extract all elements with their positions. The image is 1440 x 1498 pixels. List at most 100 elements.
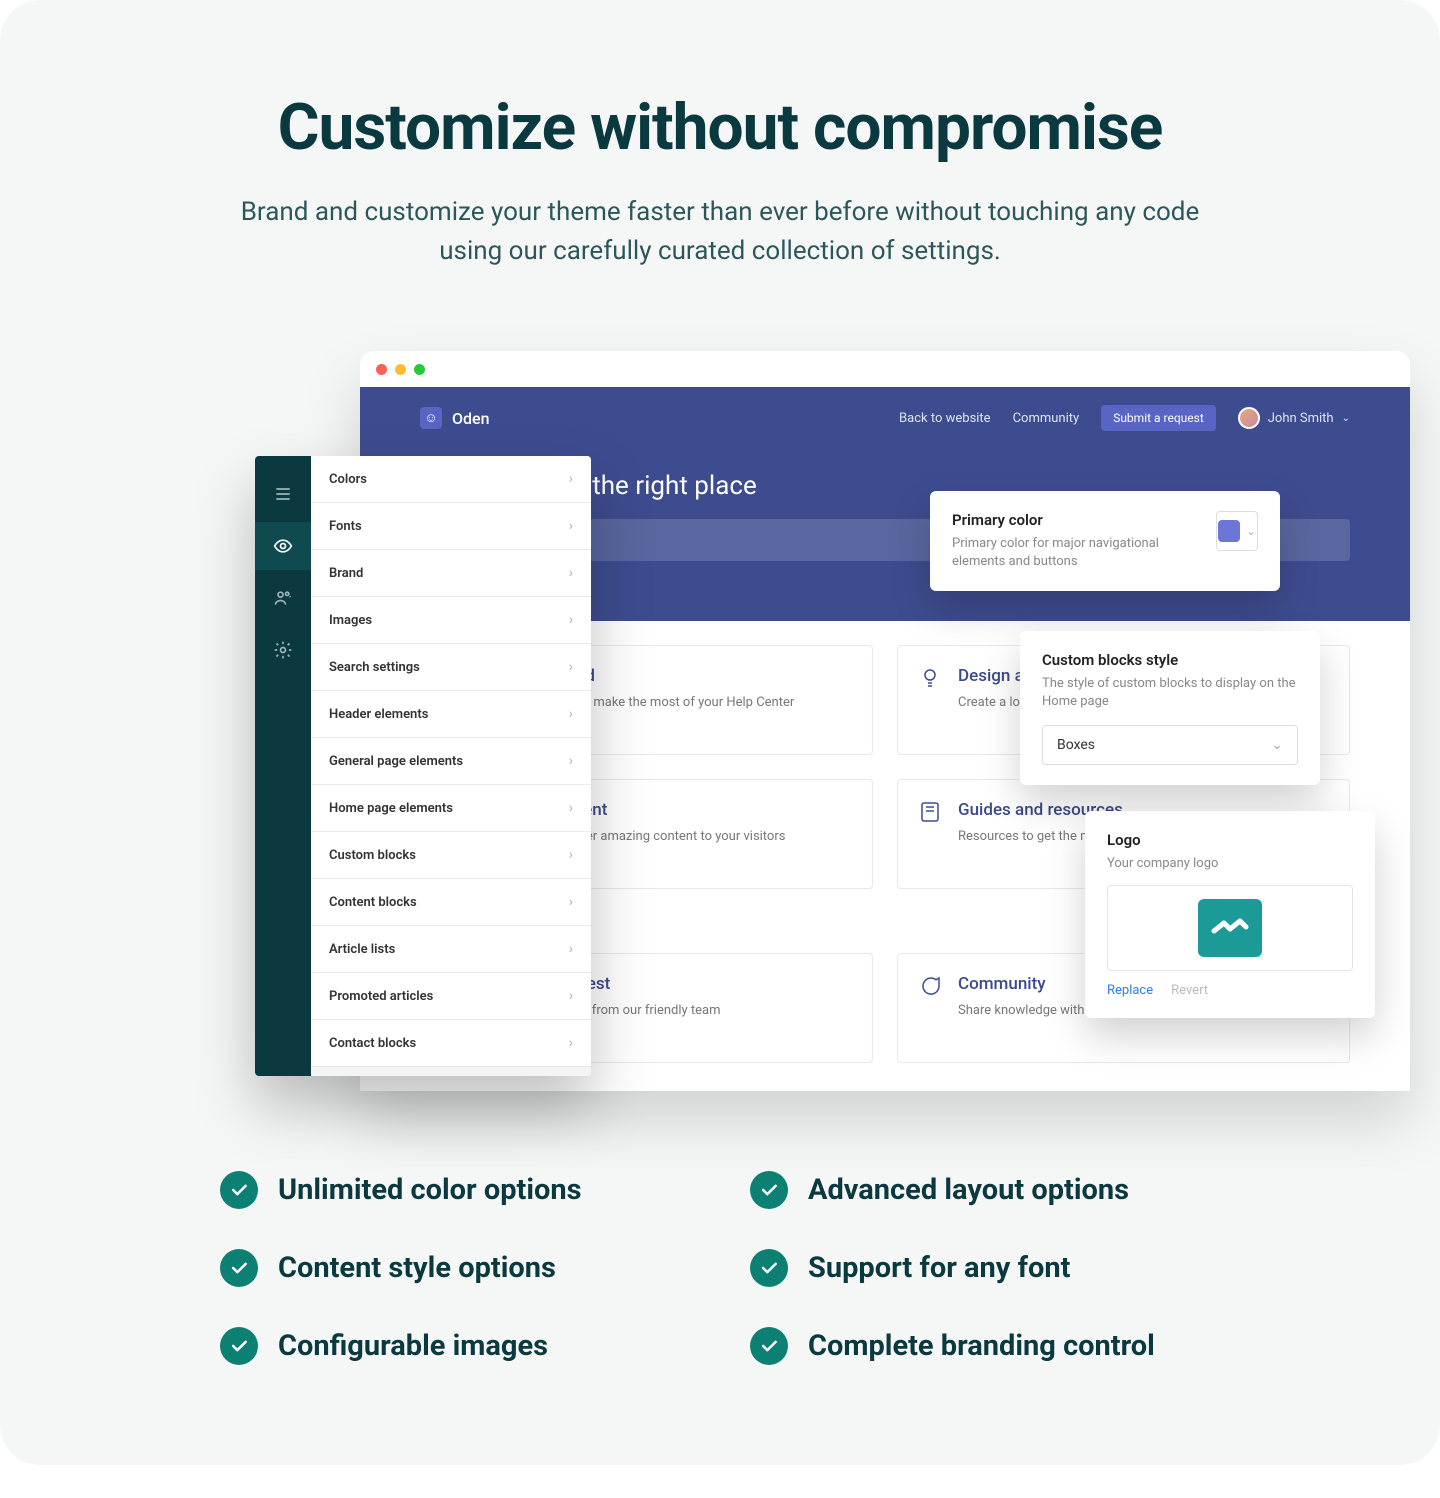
check-icon — [220, 1171, 258, 1209]
avatar[interactable] — [1238, 407, 1260, 429]
color-picker-button[interactable]: ⌄ — [1216, 511, 1258, 551]
chevron-right-icon: › — [569, 753, 573, 769]
sidebar-item-label: Contact blocks — [329, 1036, 416, 1051]
sidebar-item-label: General page elements — [329, 754, 463, 769]
chat-icon — [918, 974, 942, 998]
brand-name: Oden — [452, 409, 490, 428]
sidebar-item-search-settings[interactable]: Search settings › — [311, 644, 591, 691]
feature-text: Configurable images — [278, 1329, 548, 1363]
sidebar-item-label: Article lists — [329, 942, 395, 957]
setting-desc: Your company logo — [1107, 855, 1353, 873]
chevron-right-icon: › — [569, 941, 573, 957]
window-close-dot[interactable] — [376, 364, 387, 375]
setting-title: Custom blocks style — [1042, 651, 1298, 669]
feature-item: Advanced layout options — [750, 1171, 1220, 1209]
sidebar-item-label: Header elements — [329, 707, 428, 722]
chevron-right-icon: › — [569, 706, 573, 722]
user-name: John Smith — [1268, 411, 1334, 426]
custom-blocks-setting: Custom blocks style The style of custom … — [1020, 631, 1320, 785]
setting-title: Logo — [1107, 831, 1353, 849]
logo-revert-button[interactable]: Revert — [1171, 983, 1208, 998]
chevron-right-icon: › — [569, 518, 573, 534]
primary-color-setting: Primary color Primary color for major na… — [930, 491, 1280, 591]
sidebar-item-label: Custom blocks — [329, 848, 416, 863]
chevron-right-icon: › — [569, 612, 573, 628]
chevron-down-icon[interactable]: ⌄ — [1342, 413, 1350, 424]
rail-menu-icon[interactable] — [255, 470, 311, 518]
book-icon — [918, 800, 942, 824]
settings-rail — [255, 456, 311, 1076]
chevron-right-icon: › — [569, 800, 573, 816]
page-title: Customize without compromise — [100, 90, 1340, 165]
sidebar-item-fonts[interactable]: Fonts › — [311, 503, 591, 550]
feature-item: Unlimited color options — [220, 1171, 690, 1209]
nav-community[interactable]: Community — [1013, 411, 1080, 426]
nav-back[interactable]: Back to website — [899, 411, 991, 426]
setting-desc: The style of custom blocks to display on… — [1042, 675, 1298, 711]
sidebar-item-content-blocks[interactable]: Content blocks › — [311, 879, 591, 926]
feature-text: Advanced layout options — [808, 1173, 1129, 1207]
brand[interactable]: ☺ Oden — [420, 407, 490, 429]
sidebar-item-colors[interactable]: Colors › — [311, 456, 591, 503]
feature-text: Unlimited color options — [278, 1173, 582, 1207]
window-maximize-dot[interactable] — [414, 364, 425, 375]
sidebar-item-custom-blocks[interactable]: Custom blocks › — [311, 832, 591, 879]
sidebar-item-images[interactable]: Images › — [311, 597, 591, 644]
rail-gear-icon[interactable] — [255, 626, 311, 674]
sidebar-item-article-lists[interactable]: Article lists › — [311, 926, 591, 973]
chevron-right-icon: › — [569, 471, 573, 487]
sidebar-item-label: Search settings — [329, 660, 420, 675]
rail-users-icon[interactable] — [255, 574, 311, 622]
check-icon — [220, 1249, 258, 1287]
chevron-down-icon: ⌄ — [1271, 737, 1283, 753]
browser-chrome — [360, 351, 1410, 387]
select-value: Boxes — [1057, 737, 1095, 753]
setting-title: Primary color — [952, 511, 1200, 529]
chevron-right-icon: › — [569, 894, 573, 910]
feature-text: Support for any font — [808, 1251, 1070, 1285]
sidebar-item-label: Fonts — [329, 519, 362, 534]
color-swatch — [1218, 520, 1240, 542]
logo-preview — [1107, 885, 1353, 971]
sidebar-item-label: Content blocks — [329, 895, 417, 910]
sidebar-item-label: Images — [329, 613, 372, 628]
feature-text: Complete branding control — [808, 1329, 1155, 1363]
feature-item: Support for any font — [750, 1249, 1220, 1287]
chevron-right-icon: › — [569, 988, 573, 1004]
chevron-right-icon: › — [569, 565, 573, 581]
check-icon — [220, 1327, 258, 1365]
chevron-right-icon: › — [569, 1035, 573, 1051]
sidebar-item-label: Home page elements — [329, 801, 453, 816]
sidebar-item-label: Promoted articles — [329, 989, 433, 1004]
rail-eye-icon[interactable] — [255, 522, 311, 570]
setting-desc: Primary color for major navigational ele… — [952, 535, 1200, 571]
lightbulb-icon — [918, 666, 942, 690]
feature-text: Content style options — [278, 1251, 556, 1285]
sidebar-item-promoted-articles[interactable]: Promoted articles › — [311, 973, 591, 1020]
sidebar-item-header-elements[interactable]: Header elements › — [311, 691, 591, 738]
check-icon — [750, 1327, 788, 1365]
brand-logo-icon: ☺ — [420, 407, 442, 429]
logo-icon — [1198, 899, 1262, 957]
page-subtitle: Brand and customize your theme faster th… — [210, 193, 1230, 271]
check-icon — [750, 1171, 788, 1209]
sidebar-item-general-page-elements[interactable]: General page elements › — [311, 738, 591, 785]
feature-item: Content style options — [220, 1249, 690, 1287]
feature-item: Configurable images — [220, 1327, 690, 1365]
sidebar-item-label: Brand — [329, 566, 363, 581]
sidebar-item-home-page-elements[interactable]: Home page elements › — [311, 785, 591, 832]
feature-item: Complete branding control — [750, 1327, 1220, 1365]
sidebar-item-brand[interactable]: Brand › — [311, 550, 591, 597]
logo-setting: Logo Your company logo Replace Revert — [1085, 811, 1375, 1018]
sidebar-item-contact-blocks[interactable]: Contact blocks › — [311, 1020, 591, 1067]
check-icon — [750, 1249, 788, 1287]
settings-panel: Colors › Fonts › Brand › Images › Search set… — [311, 456, 591, 1076]
submit-request-button[interactable]: Submit a request — [1101, 405, 1216, 431]
sidebar-item-label: Colors — [329, 472, 367, 487]
logo-replace-button[interactable]: Replace — [1107, 983, 1153, 998]
chevron-right-icon: › — [569, 847, 573, 863]
chevron-right-icon: › — [569, 659, 573, 675]
window-minimize-dot[interactable] — [395, 364, 406, 375]
custom-blocks-select[interactable]: Boxes ⌄ — [1042, 725, 1298, 765]
chevron-down-icon: ⌄ — [1246, 525, 1255, 538]
